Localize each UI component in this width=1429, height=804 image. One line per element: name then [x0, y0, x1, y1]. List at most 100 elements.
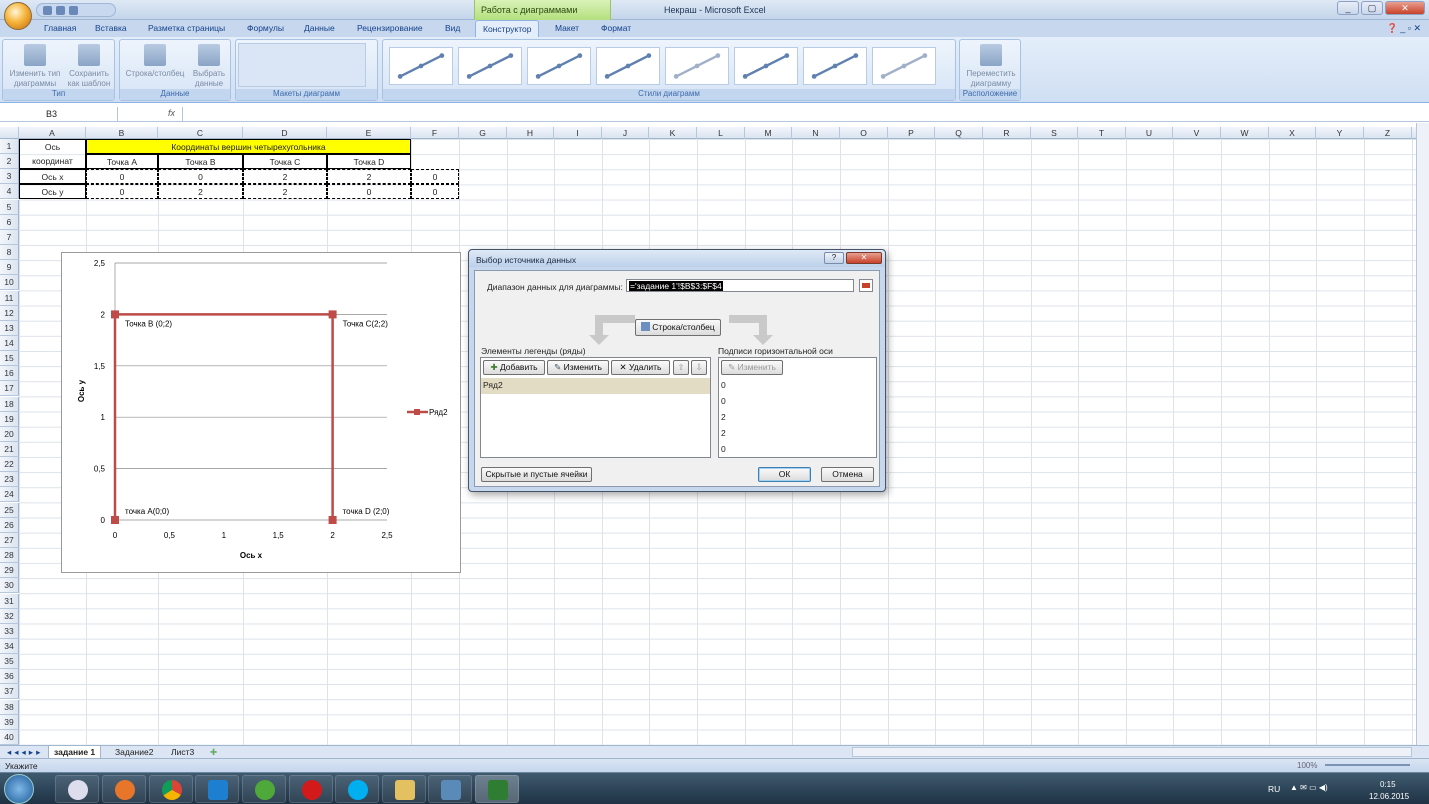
row-header[interactable]: 23 [0, 472, 19, 488]
row-header[interactable]: 12 [0, 305, 19, 321]
save-icon[interactable] [43, 5, 52, 15]
column-header[interactable]: A [19, 127, 86, 139]
value-cell[interactable]: 0 [327, 184, 411, 200]
column-header[interactable]: G [459, 127, 507, 139]
row-header[interactable]: 8 [0, 245, 19, 261]
minimize-button[interactable]: _ [1337, 1, 1359, 15]
column-header[interactable]: O [840, 127, 888, 139]
row-header[interactable]: 2 [0, 154, 19, 170]
series-list-item[interactable]: Ряд2 [481, 378, 710, 394]
taskbar-app-media[interactable] [195, 775, 239, 803]
row-header[interactable]: 11 [0, 290, 19, 306]
row-header[interactable]: 3 [0, 169, 19, 185]
value-cell[interactable]: 0 [86, 184, 158, 200]
category-list-item[interactable]: 0 [719, 442, 876, 458]
row-header[interactable]: 16 [0, 366, 19, 382]
row-header[interactable]: 10 [0, 275, 19, 291]
office-button[interactable] [4, 2, 32, 30]
column-header[interactable]: Q [935, 127, 983, 139]
save-template-button[interactable]: Сохранить как шаблон [65, 44, 113, 89]
value-cell[interactable]: 2 [158, 184, 243, 200]
tab-data[interactable]: Данные [304, 23, 335, 33]
column-header[interactable]: E [327, 127, 411, 139]
row-header[interactable]: 20 [0, 426, 19, 442]
taskbar-app-excel[interactable] [475, 775, 519, 803]
category-list-item[interactable]: 2 [719, 426, 876, 442]
column-header[interactable]: X [1269, 127, 1316, 139]
taskbar-app-utorrent[interactable] [242, 775, 286, 803]
horizontal-scrollbar[interactable] [852, 747, 1412, 757]
row-header[interactable]: 40 [0, 729, 19, 745]
row-header[interactable]: 7 [0, 229, 19, 245]
row-header[interactable]: 13 [0, 320, 19, 336]
row-header[interactable]: 27 [0, 532, 19, 548]
move-down-icon[interactable]: ⇩ [691, 360, 707, 375]
value-cell[interactable]: 2 [243, 184, 327, 200]
column-header[interactable]: U [1126, 127, 1173, 139]
tab-home[interactable]: Главная [44, 23, 76, 33]
column-header[interactable]: L [697, 127, 745, 139]
row-header[interactable]: 15 [0, 351, 19, 367]
edit-series-button[interactable]: ✎ Изменить [547, 360, 609, 375]
row-header[interactable]: 17 [0, 381, 19, 397]
taskbar-app-opera[interactable] [289, 775, 333, 803]
switch-row-column-button[interactable]: Строка/столбец [122, 44, 188, 79]
row-header[interactable]: 9 [0, 260, 19, 276]
taskbar-app-skype[interactable] [335, 775, 379, 803]
chart-style-thumb[interactable] [527, 47, 591, 85]
close-button[interactable]: ✕ [1385, 1, 1425, 15]
chart-style-thumb[interactable] [734, 47, 798, 85]
column-header[interactable]: J [602, 127, 649, 139]
row-header[interactable]: 37 [0, 684, 19, 700]
change-chart-type-button[interactable]: Изменить тип диаграммы [7, 44, 63, 89]
row-header[interactable]: 4 [0, 184, 19, 200]
row-header[interactable]: 26 [0, 517, 19, 533]
move-chart-button[interactable]: Переместить диаграмму [962, 44, 1020, 89]
help-button[interactable]: ? [824, 252, 844, 264]
cell-a1[interactable]: Ось [19, 139, 86, 154]
formula-input[interactable] [182, 107, 1412, 122]
chart[interactable]: 0 0 0,5 0,5 1 1 1,5 1,5 2 2 2,5 2,5 Ось x Ось y точка … [61, 252, 461, 573]
column-header[interactable]: S [1031, 127, 1078, 139]
fx-icon[interactable]: fx [168, 108, 175, 118]
row-header[interactable]: 22 [0, 457, 19, 473]
chart-style-thumb[interactable] [803, 47, 867, 85]
quick-access-toolbar[interactable] [36, 3, 116, 17]
row-header[interactable]: 38 [0, 699, 19, 715]
row-header[interactable]: 31 [0, 593, 19, 609]
layouts-gallery[interactable] [238, 43, 366, 87]
point-header-cell[interactable]: Точка А [86, 154, 158, 170]
tab-insert[interactable]: Вставка [95, 23, 127, 33]
chart-style-thumb[interactable] [665, 47, 729, 85]
row-header[interactable]: 39 [0, 714, 19, 730]
vertical-scrollbar[interactable] [1416, 123, 1429, 745]
maximize-button[interactable]: ▢ [1361, 1, 1383, 15]
row-header[interactable]: 30 [0, 578, 19, 594]
value-cell[interactable]: 0 [411, 169, 459, 185]
column-header[interactable]: F [411, 127, 459, 139]
tab-layout[interactable]: Макет [555, 23, 579, 33]
row-header[interactable]: 1 [0, 139, 19, 154]
tray-icons[interactable]: ▲ ✉ ▭ ◀) [1290, 783, 1328, 792]
column-header[interactable]: C [158, 127, 243, 139]
ok-button[interactable]: ОК [758, 467, 811, 482]
chart-style-thumb[interactable] [389, 47, 453, 85]
dialog-close-button[interactable]: ✕ [846, 252, 882, 264]
column-header[interactable]: R [983, 127, 1031, 139]
undo-icon[interactable] [56, 5, 65, 15]
value-cell[interactable]: 0 [86, 169, 158, 185]
column-header[interactable]: H [507, 127, 554, 139]
column-header[interactable]: I [554, 127, 602, 139]
row-header[interactable]: 33 [0, 623, 19, 639]
add-series-button[interactable]: ✚ Добавить [483, 360, 545, 375]
range-collapse-icon[interactable] [859, 279, 873, 292]
column-header[interactable]: Y [1316, 127, 1364, 139]
redo-icon[interactable] [69, 5, 78, 15]
zoom-slider[interactable] [1325, 764, 1410, 766]
switch-row-column-dialog-button[interactable]: Строка/столбец [635, 319, 721, 336]
row-header[interactable]: 6 [0, 214, 19, 230]
row-header[interactable]: 32 [0, 608, 19, 624]
point-header-cell[interactable]: Точка D [327, 154, 411, 170]
taskbar-app-window[interactable] [428, 775, 472, 803]
tab-formulas[interactable]: Формулы [247, 23, 284, 33]
